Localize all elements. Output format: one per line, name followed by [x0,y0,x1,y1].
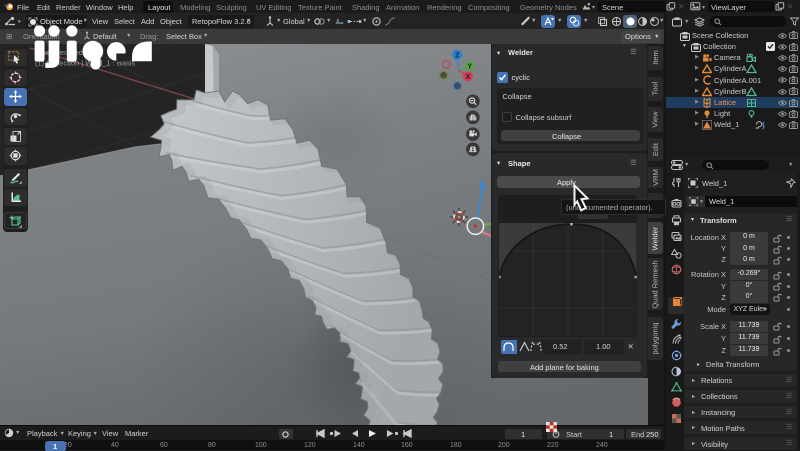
svg-text:Y: Y [467,64,472,71]
svg-text:X: X [466,74,471,81]
svg-text:Z: Z [455,52,460,59]
